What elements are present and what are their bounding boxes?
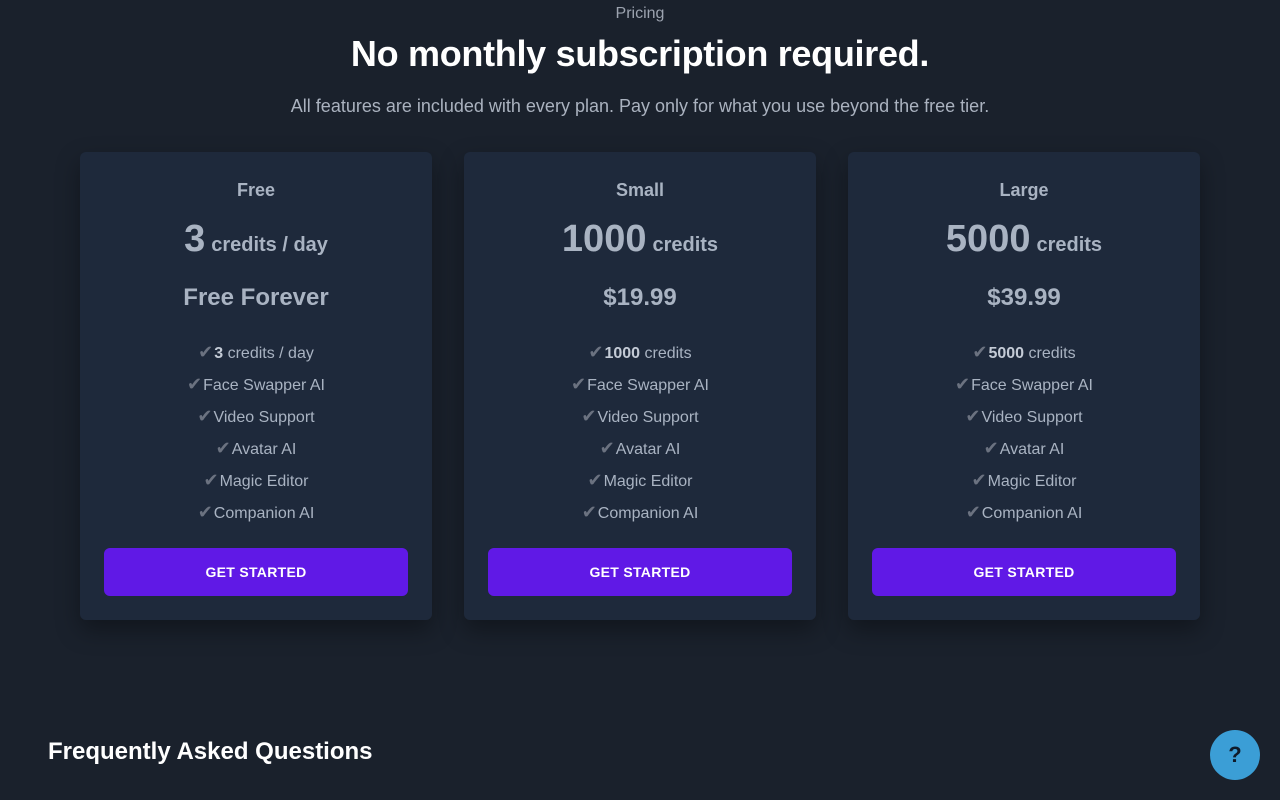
feature-item: ✔Face Swapper AI: [80, 370, 432, 402]
check-icon: ✔: [187, 374, 203, 394]
check-icon: ✔: [983, 438, 999, 458]
section-eyebrow: Pricing: [615, 5, 665, 22]
check-icon: ✔: [599, 438, 615, 458]
plan-price: $39.99: [987, 284, 1061, 311]
plan-name: Small: [615, 180, 665, 200]
feature-text: Magic Editor: [987, 473, 1077, 490]
plan-credits: 3 credits / day: [80, 218, 432, 261]
check-icon: ✔: [571, 374, 587, 394]
get-started-button[interactable]: GET STARTED: [488, 548, 792, 596]
feature-item: ✔Video Support: [464, 402, 816, 434]
check-icon: ✔: [971, 470, 987, 490]
get-started-button[interactable]: GET STARTED: [104, 548, 408, 596]
feature-text: Face Swapper AI: [587, 377, 709, 394]
check-icon: ✔: [965, 502, 981, 522]
page-title: No monthly subscription required.: [350, 33, 930, 74]
check-icon: ✔: [203, 470, 219, 490]
feature-item: ✔Face Swapper AI: [848, 370, 1200, 402]
feature-item: ✔Video Support: [80, 402, 432, 434]
feature-text: Companion AI: [213, 505, 315, 522]
feature-text: credits / day: [223, 345, 314, 362]
feature-text: Avatar AI: [231, 441, 297, 458]
plan-credits: 5000 credits: [848, 218, 1200, 261]
feature-item: ✔Companion AI: [848, 498, 1200, 530]
check-icon: ✔: [198, 342, 214, 362]
feature-item: ✔Magic Editor: [848, 466, 1200, 498]
feature-list: ✔5000 credits ✔Face Swapper AI ✔Video Supp…: [848, 338, 1200, 530]
credit-unit: credits: [652, 234, 719, 256]
feature-list: ✔1000 credits ✔Face Swapper AI ✔Video Supp…: [464, 338, 816, 530]
check-icon: ✔: [588, 342, 604, 362]
check-icon: ✔: [215, 438, 231, 458]
feature-text: Magic Editor: [603, 473, 693, 490]
feature-item: ✔3 credits / day: [80, 338, 432, 370]
feature-text: Companion AI: [597, 505, 699, 522]
pricing-page: Pricing No monthly subscription required…: [0, 0, 1280, 800]
help-button[interactable]: ?: [1210, 730, 1260, 780]
feature-item: ✔Magic Editor: [464, 466, 816, 498]
get-started-button[interactable]: GET STARTED: [872, 548, 1176, 596]
plan-card-free: Free 3 credits / day Free Forever ✔3 cred…: [80, 152, 432, 620]
plan-price: Free Forever: [183, 284, 329, 311]
feature-item: ✔Avatar AI: [464, 434, 816, 466]
check-icon: ✔: [965, 406, 981, 426]
feature-item: ✔Video Support: [848, 402, 1200, 434]
feature-text: Magic Editor: [219, 473, 309, 490]
check-icon: ✔: [972, 342, 988, 362]
check-icon: ✔: [955, 374, 971, 394]
feature-text: Companion AI: [981, 505, 1083, 522]
feature-text: credits: [1024, 345, 1076, 362]
feature-text: Video Support: [981, 409, 1083, 426]
plan-card-large: Large 5000 credits $39.99 ✔5000 credits ✔F…: [848, 152, 1200, 620]
feature-highlight: 3: [214, 345, 224, 362]
feature-highlight: 5000: [988, 345, 1025, 362]
credit-amount: 3: [184, 218, 206, 260]
credit-unit: credits / day: [211, 234, 328, 256]
feature-list: ✔3 credits / day ✔Face Swapper AI ✔Video S…: [80, 338, 432, 530]
feature-item: ✔Avatar AI: [848, 434, 1200, 466]
plan-credits: 1000 credits: [464, 218, 816, 261]
feature-text: Video Support: [213, 409, 315, 426]
feature-item: ✔Companion AI: [80, 498, 432, 530]
plan-card-small: Small 1000 credits $19.99 ✔1000 credits ✔F…: [464, 152, 816, 620]
feature-item: ✔Avatar AI: [80, 434, 432, 466]
credit-amount: 5000: [945, 218, 1031, 260]
feature-item: ✔Companion AI: [464, 498, 816, 530]
faq-heading: Frequently Asked Questions: [48, 738, 373, 765]
check-icon: ✔: [197, 406, 213, 426]
help-icon: ?: [1228, 742, 1242, 767]
plan-name: Large: [999, 180, 1049, 200]
feature-item: ✔Magic Editor: [80, 466, 432, 498]
page-subtitle: All features are included with every pla…: [290, 96, 990, 116]
feature-text: Avatar AI: [615, 441, 681, 458]
feature-highlight: 1000: [604, 345, 641, 362]
feature-text: Avatar AI: [999, 441, 1065, 458]
plan-name: Free: [236, 180, 276, 200]
check-icon: ✔: [581, 406, 597, 426]
feature-text: Video Support: [597, 409, 699, 426]
credit-amount: 1000: [561, 218, 647, 260]
check-icon: ✔: [587, 470, 603, 490]
feature-text: Face Swapper AI: [971, 377, 1093, 394]
feature-item: ✔1000 credits: [464, 338, 816, 370]
feature-item: ✔Face Swapper AI: [464, 370, 816, 402]
plan-price: $19.99: [603, 284, 677, 311]
feature-text: Face Swapper AI: [203, 377, 325, 394]
check-icon: ✔: [197, 502, 213, 522]
feature-item: ✔5000 credits: [848, 338, 1200, 370]
check-icon: ✔: [581, 502, 597, 522]
credit-unit: credits: [1036, 234, 1103, 256]
feature-text: credits: [640, 345, 692, 362]
